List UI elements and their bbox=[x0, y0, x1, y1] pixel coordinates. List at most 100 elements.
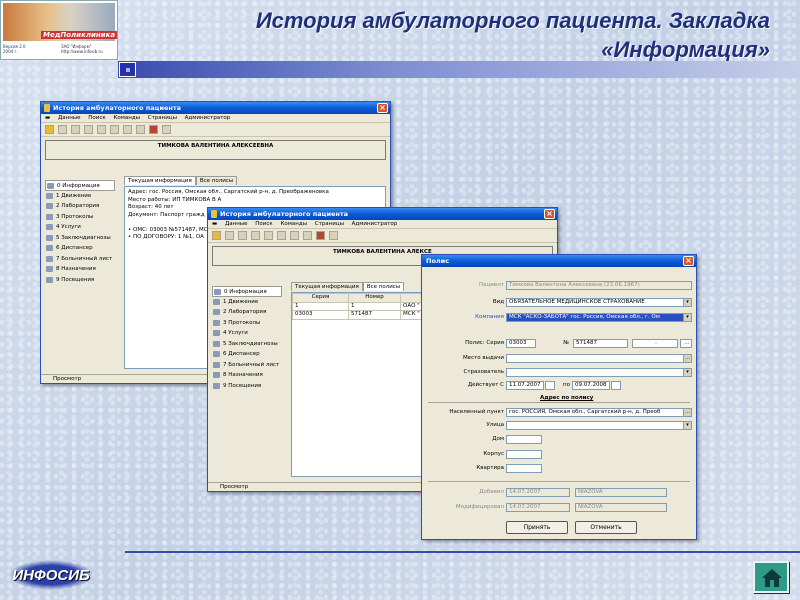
extra-input[interactable]: . bbox=[632, 339, 678, 348]
door-icon[interactable] bbox=[316, 231, 325, 240]
locality-input[interactable]: гос. РОССИЯ, Омская обл., Саргатский р-н… bbox=[506, 408, 692, 417]
tab-all-policies[interactable]: Все полисы bbox=[362, 282, 405, 291]
house-input[interactable] bbox=[506, 435, 542, 444]
seria-label: Полис: Серия bbox=[465, 340, 504, 346]
tab-current-info[interactable]: Текущая информация bbox=[124, 176, 196, 185]
sidebar-item-dispensary[interactable]: 6 Диспансер bbox=[45, 243, 115, 254]
chevron-down-icon[interactable]: ▾ bbox=[683, 422, 691, 429]
chevron-down-icon[interactable]: ▾ bbox=[683, 299, 691, 306]
sidebar-item-protocols[interactable]: 3 Протоколы bbox=[45, 212, 115, 223]
menu-admin[interactable]: Администратор bbox=[352, 221, 398, 227]
more-icon[interactable]: … bbox=[683, 355, 691, 362]
help-icon[interactable] bbox=[329, 231, 338, 240]
title-bar: Полис × bbox=[422, 255, 696, 267]
sidebar-item-lab[interactable]: 2 Лаборатория bbox=[212, 307, 282, 318]
apartment-input[interactable] bbox=[506, 464, 542, 473]
sidebar-item-visits[interactable]: 9 Посещения bbox=[45, 275, 115, 286]
calendar-icon[interactable] bbox=[611, 381, 621, 390]
cell-seria: 1 bbox=[292, 301, 349, 311]
seria-input[interactable]: 03003 bbox=[506, 339, 536, 348]
protocols-icon bbox=[46, 213, 53, 220]
arrow-up-icon[interactable] bbox=[110, 125, 119, 134]
door-icon[interactable] bbox=[149, 125, 158, 134]
calendar-icon[interactable] bbox=[545, 381, 555, 390]
tool-icon[interactable] bbox=[71, 125, 80, 134]
close-button[interactable]: × bbox=[544, 209, 555, 219]
sidebar-item-lab[interactable]: 2 Лаборатория bbox=[45, 201, 115, 212]
tool-icon[interactable] bbox=[225, 231, 234, 240]
sidebar-item-info[interactable]: 0 Информация bbox=[45, 180, 115, 191]
book-icon[interactable] bbox=[212, 231, 221, 240]
tool-icon[interactable] bbox=[251, 231, 260, 240]
menu-pages[interactable]: Страницы bbox=[315, 221, 344, 227]
arrow-up-icon[interactable] bbox=[277, 231, 286, 240]
arrow-down-icon[interactable] bbox=[264, 231, 273, 240]
sidebar-item-sick-leave[interactable]: 7 Больничный лист bbox=[45, 254, 115, 265]
sidebar-item-prescriptions[interactable]: 8 Назначения bbox=[45, 264, 115, 275]
menu-system-icon[interactable]: ▬ bbox=[45, 115, 50, 121]
menu-commands[interactable]: Команды bbox=[113, 115, 140, 121]
sidebar-item-info[interactable]: 0 Информация bbox=[212, 286, 282, 297]
menu-data[interactable]: Данные bbox=[58, 115, 81, 121]
check-icon[interactable] bbox=[290, 231, 299, 240]
sidebar-item-dispensary[interactable]: 6 Диспансер bbox=[212, 349, 282, 360]
check-icon[interactable] bbox=[123, 125, 132, 134]
chevron-down-icon[interactable]: ▾ bbox=[683, 369, 691, 376]
building-input[interactable] bbox=[506, 450, 542, 459]
tool-icon[interactable] bbox=[84, 125, 93, 134]
valid-from-input[interactable]: 11.07.2007 bbox=[506, 381, 544, 390]
chevron-down-icon[interactable]: ▾ bbox=[683, 314, 691, 321]
sidebar-item-diagnoses[interactable]: 5 Заключдиагнозы bbox=[45, 233, 115, 244]
menu-commands[interactable]: Команды bbox=[280, 221, 307, 227]
company-select[interactable]: МСК "АСКО-ЗАБОТА" гос. Россия, Омская об… bbox=[506, 313, 692, 322]
tool-icon[interactable] bbox=[238, 231, 247, 240]
sidebar-item-visits[interactable]: 9 Посещения bbox=[212, 381, 282, 392]
book-icon[interactable] bbox=[45, 125, 54, 134]
sidebar-item-prescriptions[interactable]: 8 Назначения bbox=[212, 370, 282, 381]
number-input[interactable]: 571487 bbox=[573, 339, 628, 348]
sidebar-item-services[interactable]: 4 Услуги bbox=[212, 328, 282, 339]
home-button[interactable] bbox=[753, 561, 789, 593]
sidebar-item-movement[interactable]: 1 Движение bbox=[45, 191, 115, 202]
menu-search[interactable]: Поиск bbox=[88, 115, 105, 121]
insurer-select[interactable]: ▾ bbox=[506, 368, 692, 377]
lab-icon bbox=[213, 309, 220, 315]
help-icon[interactable] bbox=[162, 125, 171, 134]
table-row[interactable]: 03003 571487 МСК " bbox=[292, 310, 441, 320]
close-button[interactable]: × bbox=[377, 103, 388, 113]
accept-button[interactable]: Принять bbox=[506, 521, 568, 534]
prescriptions-icon bbox=[46, 266, 53, 272]
tab-strip: Текущая информация Все полисы bbox=[124, 176, 238, 185]
vid-select[interactable]: ОБЯЗАТЕЛЬНОЕ МЕДИЦИНСКОЕ СТРАХОВАНИЕ ▾ bbox=[506, 298, 692, 307]
sidebar: 0 Информация 1 Движение 2 Лаборатория 3 … bbox=[212, 286, 282, 391]
valid-to-label: по bbox=[563, 382, 570, 388]
issued-input[interactable]: … bbox=[506, 354, 692, 363]
tab-all-policies[interactable]: Все полисы bbox=[195, 176, 238, 185]
sidebar-item-sick-leave[interactable]: 7 Больничный лист bbox=[212, 360, 282, 371]
sidebar-item-diagnoses[interactable]: 5 Заключдиагнозы bbox=[212, 339, 282, 350]
tool-icon[interactable] bbox=[58, 125, 67, 134]
menu-admin[interactable]: Администратор bbox=[185, 115, 231, 121]
menu-pages[interactable]: Страницы bbox=[148, 115, 177, 121]
menu-data[interactable]: Данные bbox=[225, 221, 248, 227]
dialog-polis: Полис × Пациент Тимкова Валентина Алексее… bbox=[421, 254, 697, 540]
arrow-down-icon[interactable] bbox=[97, 125, 106, 134]
extra-picker-button[interactable]: … bbox=[680, 339, 692, 348]
column-header-number[interactable]: Номер bbox=[348, 293, 401, 303]
column-header-seria[interactable]: Серия bbox=[292, 293, 349, 303]
close-button[interactable]: × bbox=[683, 256, 694, 266]
sidebar-item-movement[interactable]: 1 Движение bbox=[212, 297, 282, 308]
menu-search[interactable]: Поиск bbox=[255, 221, 272, 227]
street-select[interactable]: ▾ bbox=[506, 421, 692, 430]
visits-icon bbox=[46, 276, 53, 283]
sidebar-item-protocols[interactable]: 3 Протоколы bbox=[212, 318, 282, 329]
cross-icon[interactable] bbox=[136, 125, 145, 134]
table-row[interactable]: 1 1 ОАО " bbox=[292, 301, 441, 311]
menu-system-icon[interactable]: ▬ bbox=[212, 221, 217, 227]
cross-icon[interactable] bbox=[303, 231, 312, 240]
tab-current-info[interactable]: Текущая информация bbox=[291, 282, 363, 291]
valid-to-input[interactable]: 09.07.2008 bbox=[572, 381, 610, 390]
cancel-button[interactable]: Отменить bbox=[575, 521, 637, 534]
more-icon[interactable]: … bbox=[683, 409, 691, 416]
sidebar-item-services[interactable]: 4 Услуги bbox=[45, 222, 115, 233]
